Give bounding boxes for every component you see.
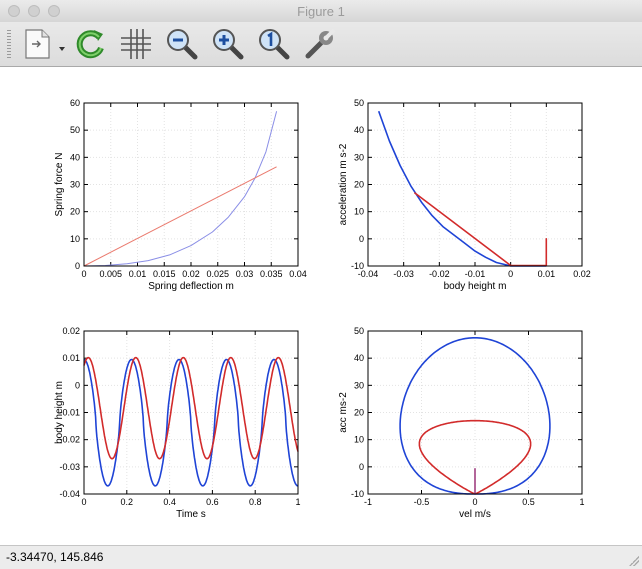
tick-label-y: 0 <box>359 234 364 244</box>
chart-3: 0 0.2 0.4 0.6 0.8 1-0.04-0.03-0.02-0.0100.010… <box>54 326 301 520</box>
x-axis-label: Time s <box>176 509 206 520</box>
tick-label-x: -0.01 <box>465 269 486 279</box>
tick-label-y: -0.03 <box>59 462 80 472</box>
status-bar: -3.34470, 145.846 <box>0 545 642 569</box>
tick-label-x: 0.02 <box>573 269 591 279</box>
figure[interactable]: 0 0.005 0.01 0.015 0.02 0.025 0.03 0.035 0.04010… <box>0 67 642 545</box>
properties-button[interactable] <box>302 26 338 62</box>
tick-label-y: 30 <box>354 152 364 162</box>
x-axis-label: vel m/s <box>459 509 491 520</box>
cursor-coordinates: -3.34470, 145.846 <box>6 550 104 564</box>
tick-label-y: 30 <box>354 380 364 390</box>
tick-label-y: 50 <box>70 125 80 135</box>
tick-label-x: 0.015 <box>153 269 176 279</box>
tick-label-x: 0.01 <box>538 269 556 279</box>
zoom-in-icon <box>213 29 244 60</box>
tick-label-y: 0.02 <box>62 326 80 336</box>
series-1-line <box>377 110 547 267</box>
tick-label-x: 1 <box>579 497 584 507</box>
tick-label-x: 0.005 <box>99 269 122 279</box>
tick-label-x: 0.01 <box>129 269 147 279</box>
tick-label-y: 20 <box>70 207 80 217</box>
tick-label-x: 0.02 <box>182 269 200 279</box>
zoom-in-button[interactable] <box>210 26 246 62</box>
zoom-reset-icon <box>259 29 290 60</box>
tick-label-y: 50 <box>354 326 364 336</box>
tick-label-x: 0.035 <box>260 269 283 279</box>
new-document-button[interactable] <box>20 26 68 62</box>
y-axis-label: Spring force N <box>54 153 65 217</box>
tick-label-x: 0 <box>508 269 513 279</box>
tick-label-x: -0.03 <box>393 269 414 279</box>
tick-label-y: 20 <box>354 408 364 418</box>
tick-label-x: 0 <box>81 269 86 279</box>
tick-label-y: 20 <box>354 180 364 190</box>
tick-label-x: 0.04 <box>289 269 307 279</box>
series-1-line <box>83 111 278 267</box>
chart-1: 0 0.005 0.01 0.015 0.02 0.025 0.03 0.035 0.04 0 10… <box>54 98 307 292</box>
tick-label-x: -0.5 <box>414 497 430 507</box>
tick-label-y: 10 <box>70 234 80 244</box>
tick-label-y: 0 <box>75 261 80 271</box>
tick-label-x: 0.03 <box>236 269 254 279</box>
toolbar <box>0 22 642 67</box>
tick-label-y: 10 <box>354 435 364 445</box>
tick-label-x: 0 <box>81 497 86 507</box>
y-axis-label: acc ms-2 <box>338 392 349 433</box>
tick-label-y: 40 <box>70 152 80 162</box>
tick-label-x: 0 <box>472 497 477 507</box>
x-axis-label: body height m <box>444 281 507 292</box>
wrench-icon <box>305 28 336 59</box>
tick-label-y: -0.04 <box>59 489 80 499</box>
grid-button[interactable] <box>118 26 154 62</box>
x-axis-label: Spring deflection m <box>148 281 234 292</box>
refresh-button[interactable] <box>72 26 108 62</box>
tick-label-y: 10 <box>354 207 364 217</box>
tick-label-y: 30 <box>70 180 80 190</box>
tick-label-y: 40 <box>354 353 364 363</box>
tick-label-x: 0.025 <box>206 269 229 279</box>
tick-label-y: 0 <box>359 462 364 472</box>
zoom-out-button[interactable] <box>164 26 200 62</box>
grid-icon <box>121 29 151 59</box>
tick-label-y: 0.01 <box>62 353 80 363</box>
tick-label-y: -10 <box>351 261 364 271</box>
tick-label-y: 40 <box>354 125 364 135</box>
zoom-out-icon <box>167 29 198 60</box>
title-bar: Figure 1 <box>0 0 642 23</box>
tick-label-y: 0 <box>75 380 80 390</box>
tick-label-y: 50 <box>354 98 364 108</box>
tick-label-x: 0.4 <box>163 497 176 507</box>
tick-label-x: -1 <box>364 497 372 507</box>
y-axis-label: body height m <box>54 381 65 444</box>
tick-label-x: 0.6 <box>206 497 219 507</box>
tick-label-y: 60 <box>70 98 80 108</box>
figure-canvas[interactable]: 0 0.005 0.01 0.015 0.02 0.025 0.03 0.035 0.04 0 10… <box>0 67 642 545</box>
resize-grip[interactable] <box>629 556 639 566</box>
chart-2: -0.04 -0.03 -0.02 -0.01 0 0.01 0.02-1001020304… <box>338 98 591 292</box>
chart-4: -1 -0.5 0 0.5 1 -10 0 10 20 30 40 50 vel m/s acc ms-2 <box>338 326 585 520</box>
toolbar-grip[interactable] <box>7 30 11 58</box>
tick-label-x: 0.5 <box>522 497 535 507</box>
window-title: Figure 1 <box>297 4 345 19</box>
zoom-reset-button[interactable] <box>256 26 292 62</box>
refresh-icon <box>76 30 104 59</box>
tick-label-y: -10 <box>351 489 364 499</box>
series-2-line <box>83 166 277 267</box>
y-axis-label: acceleration m s-2 <box>338 143 349 225</box>
tick-label-x: -0.02 <box>429 269 450 279</box>
tick-label-x: 0.2 <box>121 497 134 507</box>
new-document-icon <box>25 29 65 59</box>
tick-label-x: 0.8 <box>249 497 262 507</box>
tick-label-x: 1 <box>295 497 300 507</box>
series-2-line <box>83 356 299 460</box>
